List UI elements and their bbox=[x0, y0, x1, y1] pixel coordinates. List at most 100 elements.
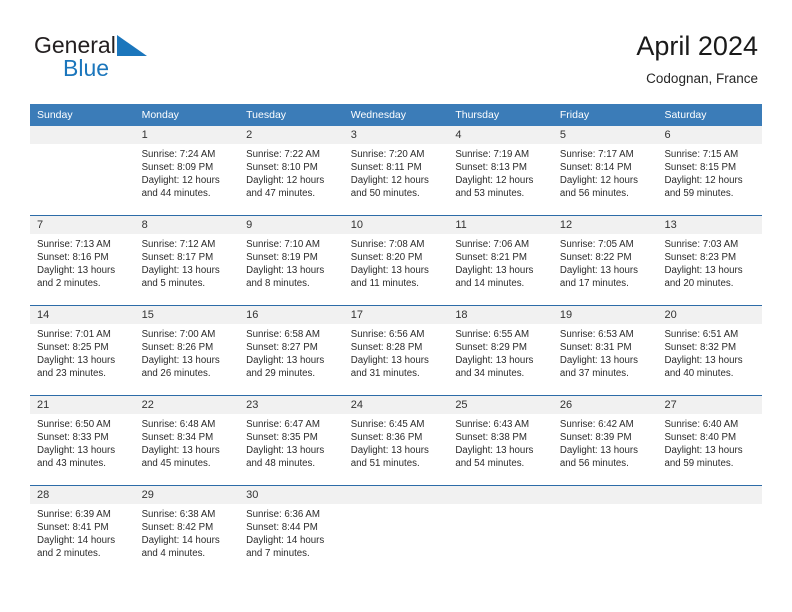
day-detail-line: and 51 minutes. bbox=[350, 457, 420, 469]
day-cell-26[interactable]: 26 Sunrise: 6:42 AM Sunset: 8:39 PM Dayligh… bbox=[552, 396, 658, 485]
day-detail-line: Daylight: 12 hours bbox=[455, 174, 534, 186]
day-cell-22[interactable]: 22 Sunrise: 6:48 AM Sunset: 8:34 PM Dayligh… bbox=[134, 396, 240, 485]
day-cell-19[interactable]: 19 Sunrise: 6:53 AM Sunset: 8:31 PM Dayligh… bbox=[552, 306, 658, 395]
day-detail-line: Sunrise: 7:19 AM bbox=[455, 149, 530, 160]
day-detail-line: and 5 minutes. bbox=[141, 277, 206, 289]
day-detail-line: Daylight: 13 hours bbox=[559, 354, 638, 366]
day-detail-line: and 2 minutes. bbox=[37, 277, 101, 289]
day-cell-29[interactable]: 29 Sunrise: 6:38 AM Sunset: 8:42 PM Dayligh… bbox=[134, 486, 240, 580]
day-details bbox=[344, 504, 449, 509]
day-number: 8 bbox=[134, 216, 240, 234]
day-cell-24[interactable]: 24 Sunrise: 6:45 AM Sunset: 8:36 PM Dayligh… bbox=[343, 396, 449, 485]
day-detail-line: Sunrise: 7:24 AM bbox=[141, 149, 216, 160]
day-cell-empty bbox=[30, 126, 135, 215]
day-cell-30[interactable]: 30 Sunrise: 6:36 AM Sunset: 8:44 PM Dayligh… bbox=[239, 486, 344, 580]
brand-name-blue: Blue bbox=[63, 55, 110, 81]
day-detail-line: Daylight: 13 hours bbox=[664, 264, 743, 276]
day-number: 6 bbox=[657, 126, 763, 144]
day-cell-7[interactable]: 7 Sunrise: 7:13 AM Sunset: 8:16 PM Daylight… bbox=[30, 216, 135, 305]
day-cell-8[interactable]: 8 Sunrise: 7:12 AM Sunset: 8:17 PM Daylight… bbox=[134, 216, 240, 305]
day-detail-line: Sunset: 8:42 PM bbox=[141, 521, 214, 533]
day-detail-line: Sunrise: 7:22 AM bbox=[246, 149, 320, 160]
day-cell-17[interactable]: 17 Sunrise: 6:56 AM Sunset: 8:28 PM Dayligh… bbox=[343, 306, 449, 395]
day-cell-20[interactable]: 20 Sunrise: 6:51 AM Sunset: 8:32 PM Dayligh… bbox=[657, 306, 763, 395]
day-cell-11[interactable]: 11 Sunrise: 7:06 AM Sunset: 8:21 PM Dayligh… bbox=[448, 216, 553, 305]
day-details bbox=[448, 504, 553, 509]
calendar-weeks: 1 Sunrise: 7:24 AM Sunset: 8:09 PM Daylight… bbox=[30, 126, 763, 580]
day-detail-line: Sunset: 8:17 PM bbox=[141, 251, 214, 263]
day-cell-empty bbox=[448, 486, 553, 580]
day-cell-2[interactable]: 2 Sunrise: 7:22 AM Sunset: 8:10 PM Daylight… bbox=[239, 126, 344, 215]
day-detail-line: Daylight: 13 hours bbox=[455, 264, 534, 276]
day-detail-line: and 50 minutes. bbox=[350, 187, 420, 199]
weekday-header-monday: Monday bbox=[141, 109, 179, 121]
day-detail-line: Daylight: 12 hours bbox=[350, 174, 429, 186]
day-detail-line: Daylight: 14 hours bbox=[37, 534, 116, 546]
day-detail-line: Daylight: 13 hours bbox=[664, 444, 743, 456]
day-details: Sunrise: 7:10 AM Sunset: 8:19 PM Daylight:… bbox=[239, 234, 344, 291]
day-detail-line: Daylight: 12 hours bbox=[141, 174, 220, 186]
day-cell-18[interactable]: 18 Sunrise: 6:55 AM Sunset: 8:29 PM Dayligh… bbox=[448, 306, 553, 395]
day-cell-13[interactable]: 13 Sunrise: 7:03 AM Sunset: 8:23 PM Dayligh… bbox=[657, 216, 763, 305]
day-detail-line: Sunset: 8:15 PM bbox=[664, 161, 737, 173]
day-detail-line: Sunrise: 6:48 AM bbox=[141, 419, 216, 430]
day-number bbox=[657, 486, 763, 504]
day-details: Sunrise: 6:56 AM Sunset: 8:28 PM Daylight:… bbox=[344, 324, 449, 381]
day-cell-12[interactable]: 12 Sunrise: 7:05 AM Sunset: 8:22 PM Dayligh… bbox=[552, 216, 658, 305]
day-number: 2 bbox=[239, 126, 344, 144]
day-cell-4[interactable]: 4 Sunrise: 7:19 AM Sunset: 8:13 PM Daylight… bbox=[448, 126, 553, 215]
day-cell-1[interactable]: 1 Sunrise: 7:24 AM Sunset: 8:09 PM Daylight… bbox=[134, 126, 240, 215]
day-details: Sunrise: 6:55 AM Sunset: 8:29 PM Daylight:… bbox=[448, 324, 553, 381]
day-details: Sunrise: 7:00 AM Sunset: 8:26 PM Daylight:… bbox=[135, 324, 240, 381]
day-number: 18 bbox=[448, 306, 553, 324]
day-details: Sunrise: 7:20 AM Sunset: 8:11 PM Daylight:… bbox=[344, 144, 449, 201]
day-cell-9[interactable]: 9 Sunrise: 7:10 AM Sunset: 8:19 PM Daylight… bbox=[239, 216, 344, 305]
day-detail-line: Daylight: 13 hours bbox=[37, 444, 116, 456]
day-cell-5[interactable]: 5 Sunrise: 7:17 AM Sunset: 8:14 PM Daylight… bbox=[552, 126, 658, 215]
day-cell-27[interactable]: 27 Sunrise: 6:40 AM Sunset: 8:40 PM Dayligh… bbox=[657, 396, 763, 485]
day-detail-line: Sunset: 8:40 PM bbox=[664, 431, 737, 443]
day-detail-line: Sunrise: 6:47 AM bbox=[246, 419, 320, 430]
day-cell-16[interactable]: 16 Sunrise: 6:58 AM Sunset: 8:27 PM Dayligh… bbox=[239, 306, 344, 395]
page-header: General Blue April 2024 Codognan, France bbox=[0, 0, 792, 104]
day-number bbox=[552, 486, 658, 504]
day-cell-25[interactable]: 25 Sunrise: 6:43 AM Sunset: 8:38 PM Dayligh… bbox=[448, 396, 553, 485]
day-detail-line: Sunset: 8:09 PM bbox=[141, 161, 214, 173]
day-number: 9 bbox=[239, 216, 344, 234]
day-details: Sunrise: 6:36 AM Sunset: 8:44 PM Daylight:… bbox=[239, 504, 344, 561]
day-details: Sunrise: 6:48 AM Sunset: 8:34 PM Daylight:… bbox=[135, 414, 240, 471]
day-details: Sunrise: 6:50 AM Sunset: 8:33 PM Daylight:… bbox=[30, 414, 135, 471]
page-subtitle: Codognan, France bbox=[646, 71, 758, 86]
day-cell-28[interactable]: 28 Sunrise: 6:39 AM Sunset: 8:41 PM Dayligh… bbox=[30, 486, 135, 580]
weekday-header-sunday: Sunday bbox=[37, 109, 73, 121]
day-cell-23[interactable]: 23 Sunrise: 6:47 AM Sunset: 8:35 PM Dayligh… bbox=[239, 396, 344, 485]
day-details: Sunrise: 7:15 AM Sunset: 8:15 PM Daylight:… bbox=[657, 144, 762, 201]
day-detail-line: Daylight: 13 hours bbox=[141, 264, 220, 276]
day-cell-3[interactable]: 3 Sunrise: 7:20 AM Sunset: 8:11 PM Daylight… bbox=[343, 126, 449, 215]
day-cell-6[interactable]: 6 Sunrise: 7:15 AM Sunset: 8:15 PM Daylight… bbox=[657, 126, 763, 215]
day-number: 30 bbox=[239, 486, 344, 504]
day-cell-21[interactable]: 21 Sunrise: 6:50 AM Sunset: 8:33 PM Dayligh… bbox=[30, 396, 135, 485]
day-detail-line: and 56 minutes. bbox=[559, 457, 629, 469]
day-detail-line: Sunrise: 6:58 AM bbox=[246, 329, 320, 340]
day-cell-14[interactable]: 14 Sunrise: 7:01 AM Sunset: 8:25 PM Dayligh… bbox=[30, 306, 135, 395]
day-detail-line: Daylight: 13 hours bbox=[37, 264, 116, 276]
day-number: 29 bbox=[134, 486, 240, 504]
day-detail-line: Sunrise: 7:13 AM bbox=[37, 239, 111, 250]
day-details: Sunrise: 6:51 AM Sunset: 8:32 PM Daylight:… bbox=[657, 324, 762, 381]
day-cell-15[interactable]: 15 Sunrise: 7:00 AM Sunset: 8:26 PM Dayligh… bbox=[134, 306, 240, 395]
day-detail-line: Sunrise: 7:05 AM bbox=[559, 239, 634, 250]
day-detail-line: Daylight: 12 hours bbox=[559, 174, 638, 186]
calendar-page: General Blue April 2024 Codognan, France… bbox=[0, 0, 792, 612]
day-detail-line: Daylight: 13 hours bbox=[37, 354, 116, 366]
day-number: 7 bbox=[30, 216, 135, 234]
calendar-week-row: 28 Sunrise: 6:39 AM Sunset: 8:41 PM Dayligh… bbox=[30, 485, 763, 580]
day-detail-line: Sunrise: 6:45 AM bbox=[350, 419, 425, 430]
day-number: 14 bbox=[30, 306, 135, 324]
day-cell-10[interactable]: 10 Sunrise: 7:08 AM Sunset: 8:20 PM Dayligh… bbox=[343, 216, 449, 305]
day-detail-line: Sunset: 8:22 PM bbox=[559, 251, 632, 263]
brand-logo[interactable]: General Blue bbox=[34, 32, 284, 86]
day-detail-line: Sunset: 8:19 PM bbox=[246, 251, 318, 263]
day-detail-line: and 20 minutes. bbox=[664, 277, 734, 289]
day-details: Sunrise: 7:06 AM Sunset: 8:21 PM Daylight:… bbox=[448, 234, 553, 291]
